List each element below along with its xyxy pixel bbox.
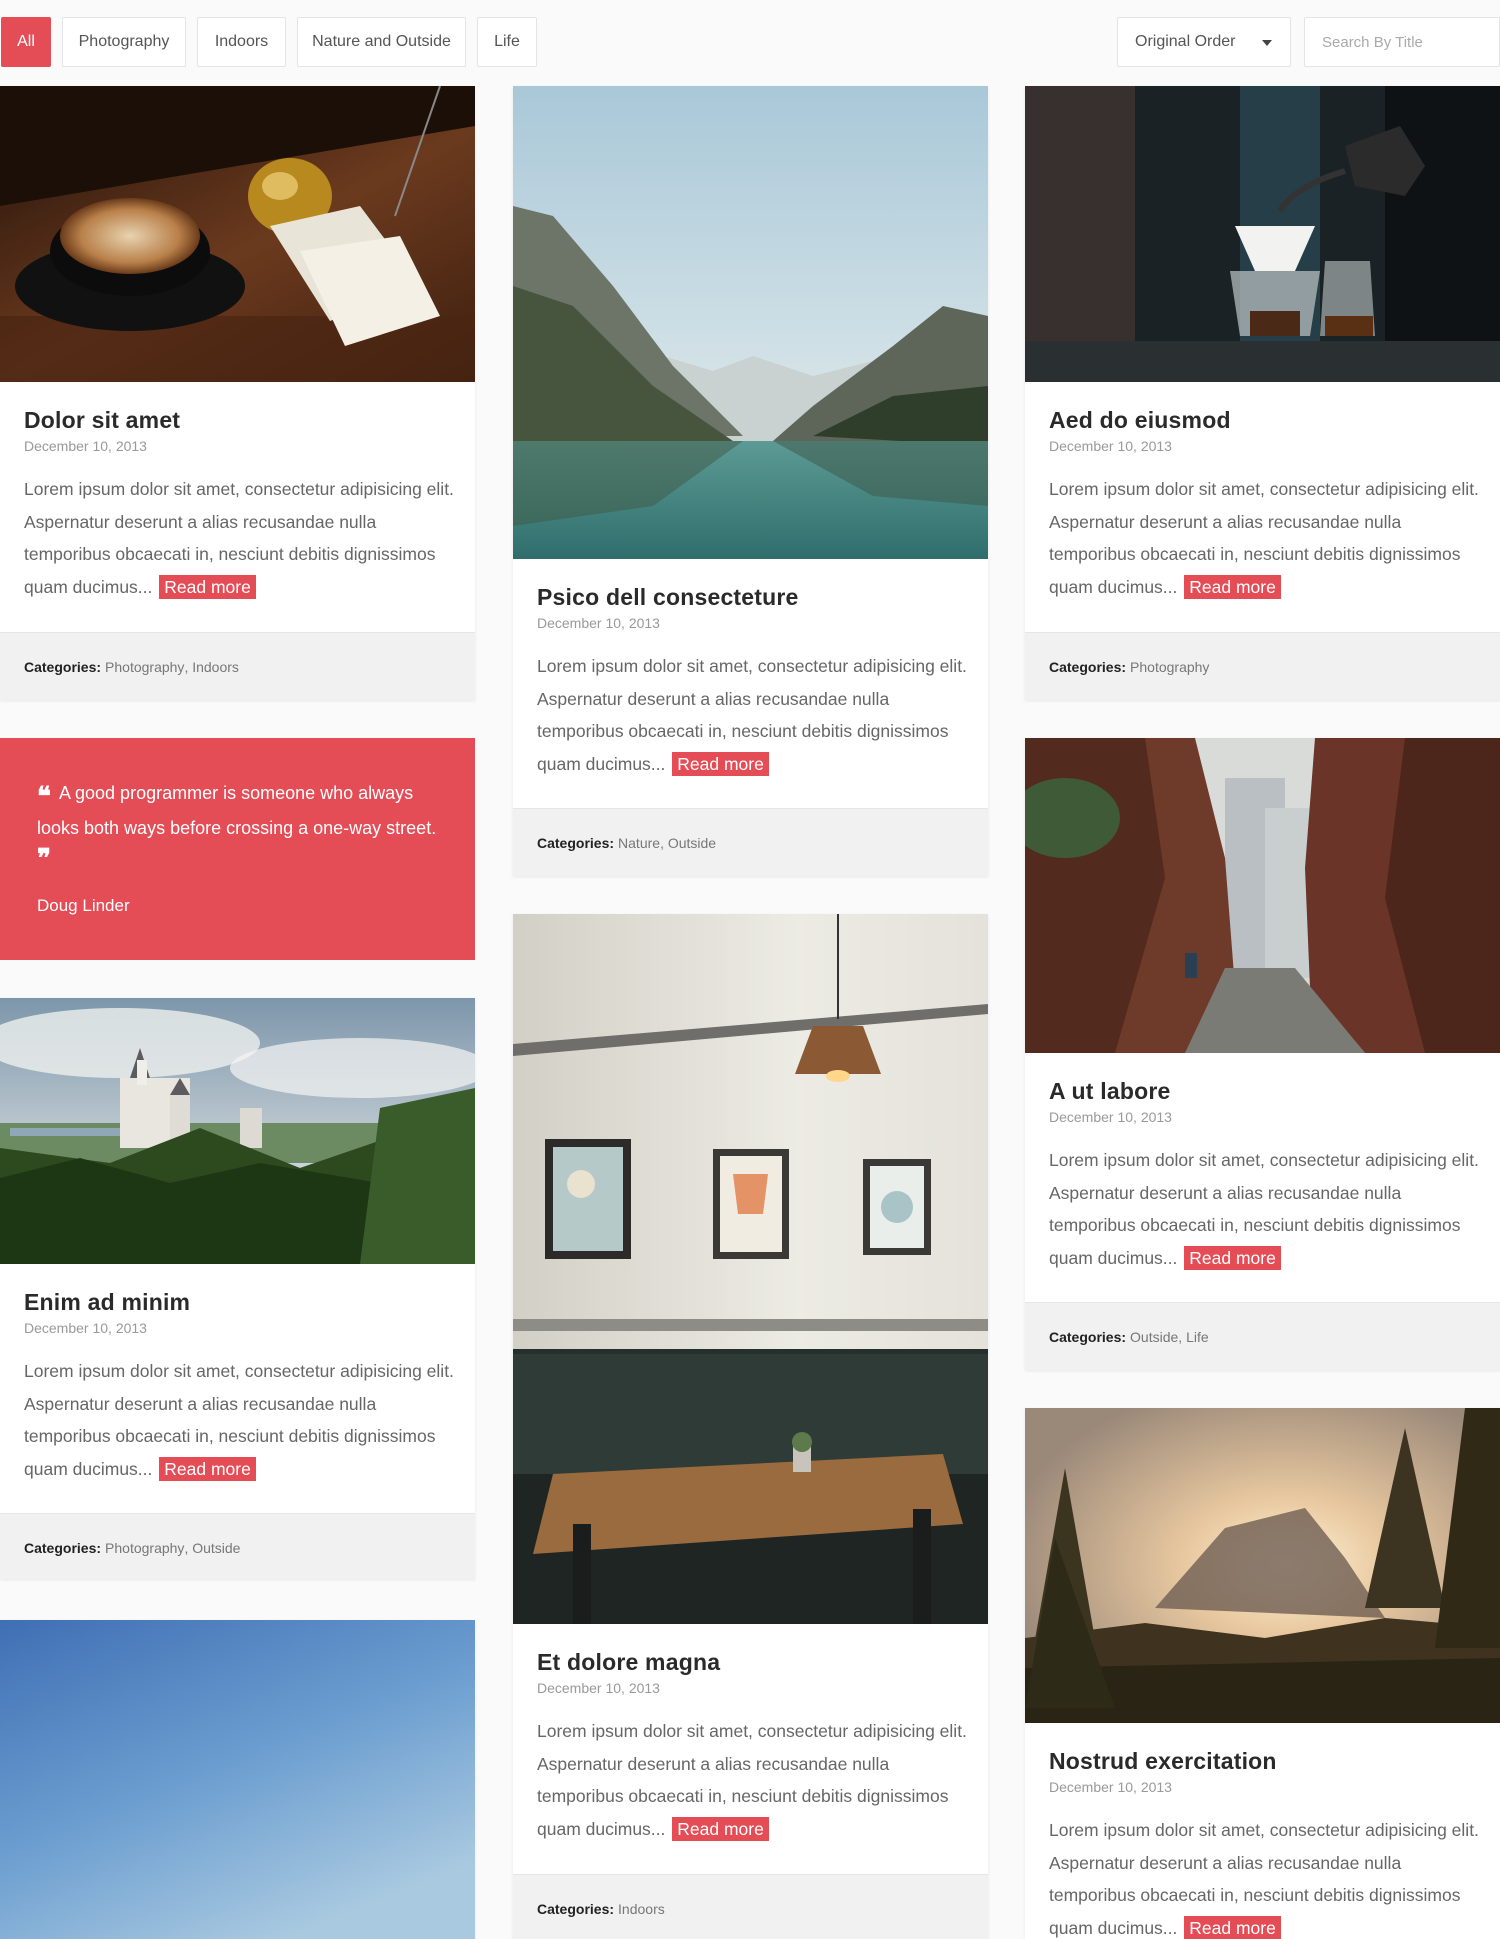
quote-text: ❝ A good programmer is someone who always… [37,776,439,874]
mountain-lake-photo[interactable] [513,86,988,559]
category-link[interactable]: Nature [618,835,660,851]
coffee-cup-photo[interactable] [0,86,475,382]
post-categories: Categories: Photography, Indoors [0,632,475,700]
post-excerpt: Lorem ipsum dolor sit amet, consectetur … [537,656,967,776]
post-date: December 10, 2013 [537,1680,660,1696]
post-categories: Categories: Outside, Life [1025,1302,1500,1370]
blue-sky-photo[interactable] [0,1620,475,1939]
sort-order-label: Original Order [1135,33,1236,50]
quote-card: ❝ A good programmer is someone who always… [0,738,475,960]
post-date: December 10, 2013 [24,438,147,454]
read-more-button[interactable]: Read more [1184,574,1281,599]
category-link[interactable]: Indoors [192,659,239,675]
post-date: December 10, 2013 [1049,1109,1172,1125]
category-link[interactable]: Outside [668,835,716,851]
post-card: Nostrud exercitation December 10, 2013 L… [1025,1408,1500,1939]
filter-indoors-button[interactable]: Indoors [197,17,286,67]
read-more-button[interactable]: Read more [159,1456,256,1481]
read-more-button[interactable]: Read more [1184,1245,1281,1270]
post-excerpt: Lorem ipsum dolor sit amet, consectetur … [24,479,454,599]
post-categories: Categories: Photography [1025,632,1500,700]
post-title[interactable]: Et dolore magna [537,1648,968,1676]
post-excerpt: Lorem ipsum dolor sit amet, consectetur … [1049,1150,1479,1270]
post-date: December 10, 2013 [24,1320,147,1336]
sort-order-select[interactable]: Original Order [1117,17,1291,67]
category-link[interactable]: Outside [1130,1329,1178,1345]
cafe-interior-photo[interactable] [513,914,988,1624]
post-title[interactable]: Nostrud exercitation [1049,1747,1480,1775]
post-card: A ut labore December 10, 2013 Lorem ipsu… [1025,738,1500,1370]
quote-open-icon: ❝ [37,782,51,812]
search-by-title-input[interactable] [1304,17,1500,67]
post-card [0,1620,475,1939]
category-link[interactable]: Life [1186,1329,1209,1345]
post-title[interactable]: Dolor sit amet [24,406,455,434]
category-link[interactable]: Indoors [618,1901,665,1917]
read-more-button[interactable]: Read more [672,1816,769,1841]
quote-author: Doug Linder [37,896,130,915]
post-excerpt: Lorem ipsum dolor sit amet, consectetur … [1049,1820,1479,1939]
category-link[interactable]: Photography [105,1540,184,1556]
post-date: December 10, 2013 [1049,438,1172,454]
category-link[interactable]: Photography [105,659,184,675]
post-title[interactable]: A ut labore [1049,1077,1480,1105]
post-date: December 10, 2013 [537,615,660,631]
post-excerpt: Lorem ipsum dolor sit amet, consectetur … [1049,479,1479,599]
read-more-button[interactable]: Read more [159,574,256,599]
post-card: Enim ad minim December 10, 2013 Lorem ip… [0,998,475,1579]
post-card: Et dolore magna December 10, 2013 Lorem … [513,914,988,1939]
coffee-brewing-photo[interactable] [1025,86,1500,382]
post-title[interactable]: Psico dell consecteture [537,583,968,611]
post-excerpt: Lorem ipsum dolor sit amet, consectetur … [537,1721,967,1841]
read-more-button[interactable]: Read more [1184,1915,1281,1939]
post-card: Aed do eiusmod December 10, 2013 Lorem i… [1025,86,1500,700]
brick-alley-photo[interactable] [1025,738,1500,1053]
post-card: Psico dell consecteture December 10, 201… [513,86,988,876]
category-link[interactable]: Photography [1130,659,1209,675]
read-more-button[interactable]: Read more [672,751,769,776]
post-categories: Categories: Nature, Outside [513,808,988,876]
post-categories: Categories: Indoors [513,1874,988,1939]
post-title[interactable]: Aed do eiusmod [1049,406,1480,434]
post-date: December 10, 2013 [1049,1779,1172,1795]
caret-down-icon [1262,40,1272,46]
filter-all-button[interactable]: All [1,17,51,67]
castle-forest-photo[interactable] [0,998,475,1264]
post-card: Dolor sit amet December 10, 2013 Lorem i… [0,86,475,700]
post-excerpt: Lorem ipsum dolor sit amet, consectetur … [24,1361,454,1481]
filter-photography-button[interactable]: Photography [62,17,186,67]
post-title[interactable]: Enim ad minim [24,1288,455,1316]
filter-nature-outside-button[interactable]: Nature and Outside [297,17,466,67]
sunset-valley-photo[interactable] [1025,1408,1500,1723]
quote-close-icon: ❞ [37,844,51,874]
category-link[interactable]: Outside [192,1540,240,1556]
post-categories: Categories: Photography, Outside [0,1513,475,1579]
filter-bar: All Photography Indoors Nature and Outsi… [0,17,1500,67]
filter-life-button[interactable]: Life [477,17,537,67]
